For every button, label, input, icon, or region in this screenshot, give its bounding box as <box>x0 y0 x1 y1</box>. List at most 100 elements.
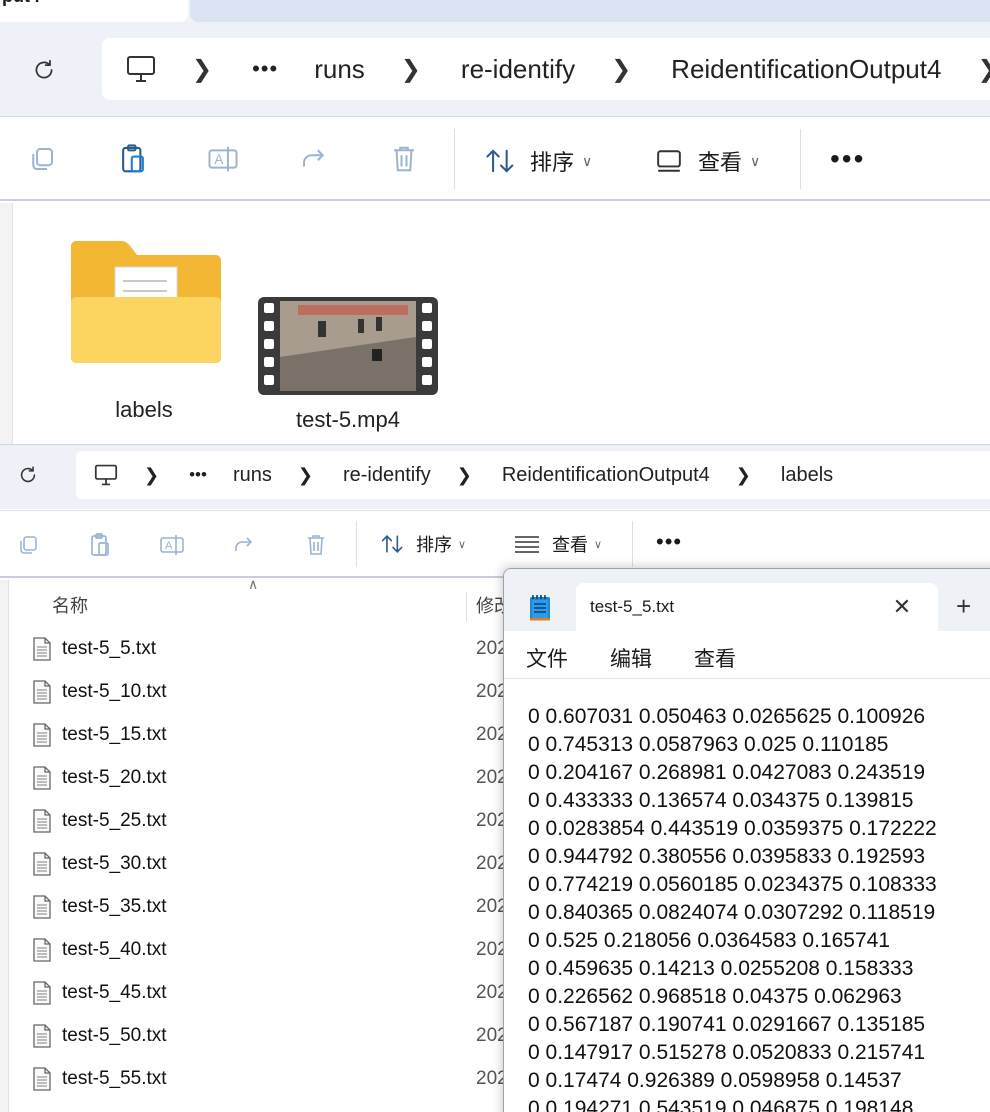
breadcrumb-output-folder[interactable]: ReidentificationOutput4 <box>502 464 710 487</box>
file-name: test-5.mp4 <box>296 407 400 432</box>
text-line: 0 0.433333 0.136574 0.034375 0.139815 <box>528 789 914 812</box>
copy-button[interactable] <box>22 139 62 179</box>
file-row[interactable]: test-5_55.txt 202 <box>32 1059 512 1099</box>
view-icon <box>657 150 681 172</box>
view-label: 查看 <box>552 535 588 555</box>
paste-button[interactable] <box>113 139 153 179</box>
nav-pane-edge <box>0 580 9 1112</box>
file-name: test-5_55.txt <box>62 1068 167 1089</box>
share-button[interactable] <box>224 525 264 565</box>
delete-button[interactable] <box>384 139 424 179</box>
refresh-button[interactable] <box>22 52 66 88</box>
file-name: test-5_45.txt <box>62 982 167 1003</box>
document-tab[interactable]: test-5_5.txt ✕ <box>576 583 938 631</box>
file-row[interactable]: test-5_50.txt 202 <box>32 1016 512 1056</box>
breadcrumb-separator[interactable]: ❯ <box>298 465 313 486</box>
breadcrumb-separator[interactable]: ❯ <box>144 465 159 486</box>
file-row[interactable]: test-5_40.txt 202 <box>32 930 512 970</box>
paste-button[interactable] <box>80 525 120 565</box>
copy-button[interactable] <box>8 525 48 565</box>
this-pc-icon[interactable] <box>126 55 156 83</box>
menu-edit[interactable]: 编辑 <box>610 643 652 673</box>
file-row[interactable]: test-5_25.txt 202 <box>32 801 512 841</box>
more-crumbs-icon[interactable]: ••• <box>252 56 278 82</box>
tab-title: put4 <box>2 0 40 7</box>
more-icon: ••• <box>656 529 683 554</box>
breadcrumb-separator[interactable]: ❯ <box>192 55 212 84</box>
breadcrumb-runs[interactable]: runs <box>233 464 272 487</box>
breadcrumb-re-identify[interactable]: re-identify <box>461 54 575 85</box>
sort-icon <box>381 535 403 553</box>
sort-label: 排序 <box>530 150 575 175</box>
file-name: test-5_5.txt <box>62 638 156 659</box>
file-row[interactable]: test-5_10.txt 202 <box>32 672 512 712</box>
text-line: 0 0.147917 0.515278 0.0520833 0.215741 <box>528 1041 926 1064</box>
trash-icon <box>394 146 414 172</box>
more-options-button[interactable]: ••• <box>830 139 865 179</box>
rename-icon: A <box>208 146 238 172</box>
this-pc-icon[interactable] <box>94 464 118 486</box>
breadcrumb-separator[interactable]: ❯ <box>401 55 421 84</box>
text-line: 0 0.204167 0.268981 0.0427083 0.243519 <box>528 761 926 784</box>
text-line: 0 0.944792 0.380556 0.0395833 0.192593 <box>528 845 926 868</box>
details-view-icon <box>515 536 539 553</box>
text-editor[interactable]: 0 0.607031 0.050463 0.0265625 0.100926 0 … <box>528 703 990 1112</box>
rename-button[interactable]: A <box>203 139 243 179</box>
folder-item-labels[interactable]: labels <box>56 237 232 423</box>
menu-view[interactable]: 查看 <box>694 643 736 673</box>
rename-icon: A <box>160 535 184 555</box>
file-row[interactable]: test-5_35.txt 202 <box>32 887 512 927</box>
rename-button[interactable]: A <box>152 525 192 565</box>
column-separator[interactable] <box>466 592 467 622</box>
menu-file[interactable]: 文件 <box>526 643 568 673</box>
delete-button[interactable] <box>296 525 336 565</box>
breadcrumb-output-folder[interactable]: ReidentificationOutput4 <box>671 54 941 85</box>
file-row[interactable]: test-5_30.txt 202 <box>32 844 512 884</box>
tab-inactive[interactable] <box>190 0 990 22</box>
sort-icon <box>486 149 514 173</box>
nav-pane-edge <box>0 203 13 445</box>
more-crumbs-icon[interactable]: ••• <box>189 465 207 485</box>
text-line: 0 0.226562 0.968518 0.04375 0.062963 <box>528 985 902 1008</box>
more-options-button[interactable]: ••• <box>656 527 682 557</box>
file-row[interactable]: test-5_5.txt 202 <box>32 629 512 669</box>
view-button[interactable]: 查看 ∨ <box>656 141 760 181</box>
share-button[interactable] <box>294 139 334 179</box>
text-file-icon <box>33 981 51 1005</box>
file-item-video[interactable]: test-5.mp4 <box>256 297 440 433</box>
file-name: test-5_50.txt <box>62 1025 167 1046</box>
address-bar[interactable]: ❯ ••• runs ❯ re-identify ❯ Reidentificat… <box>102 38 990 100</box>
folder-icon <box>71 241 221 363</box>
sort-button[interactable]: 排序 ∨ <box>380 529 466 559</box>
tab-active[interactable]: put4 <box>0 0 188 22</box>
trash-icon <box>308 535 324 555</box>
new-tab-button[interactable]: + <box>956 591 971 622</box>
breadcrumb-separator[interactable]: ❯ <box>977 55 990 84</box>
text-line: 0 0.567187 0.190741 0.0291667 0.135185 <box>528 1013 926 1036</box>
file-row[interactable]: test-5_45.txt 202 <box>32 973 512 1013</box>
file-name: test-5_20.txt <box>62 767 167 788</box>
breadcrumb-separator[interactable]: ❯ <box>736 465 751 486</box>
breadcrumb-re-identify[interactable]: re-identify <box>343 464 431 487</box>
toolbar-separator <box>632 521 633 567</box>
toolbar-separator <box>454 129 455 189</box>
sort-button[interactable]: 排序 ∨ <box>484 141 592 181</box>
file-row[interactable]: test-5_15.txt 202 <box>32 715 512 755</box>
breadcrumb-separator[interactable]: ❯ <box>611 55 631 84</box>
file-name: test-5_15.txt <box>62 724 167 745</box>
navigation-bar: ❯ ••• runs ❯ re-identify ❯ Reidentificat… <box>0 445 990 509</box>
address-bar[interactable]: ❯ ••• runs ❯ re-identify ❯ Reidentificat… <box>76 451 990 499</box>
column-header-name[interactable]: 名称 <box>52 592 88 618</box>
breadcrumb-separator[interactable]: ❯ <box>457 465 472 486</box>
breadcrumb-runs[interactable]: runs <box>314 54 365 85</box>
text-line: 0 0.745313 0.0587963 0.025 0.110185 <box>528 733 889 756</box>
file-row[interactable]: test-5_20.txt 202 <box>32 758 512 798</box>
file-name: test-5_35.txt <box>62 896 167 917</box>
share-icon <box>235 537 253 551</box>
refresh-button[interactable] <box>12 459 44 491</box>
breadcrumb-labels[interactable]: labels <box>781 464 833 487</box>
view-button[interactable]: 查看 ∨ <box>514 529 602 559</box>
copy-icon <box>32 148 53 170</box>
close-tab-icon[interactable]: ✕ <box>890 594 914 619</box>
text-file-icon <box>33 895 51 919</box>
